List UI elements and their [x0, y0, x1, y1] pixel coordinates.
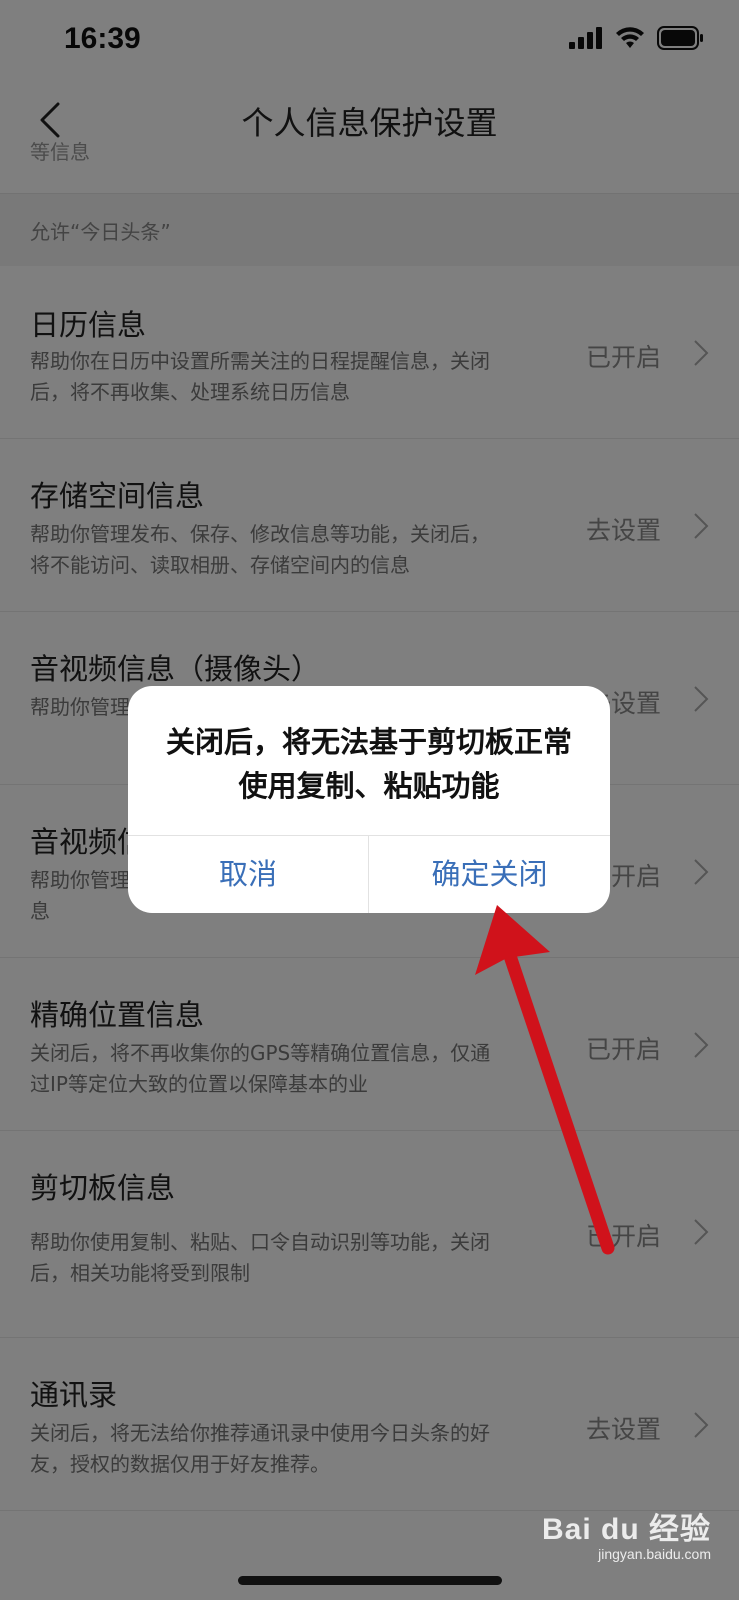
- watermark-logo: Bai du 经验 jingyan.baidu.com: [542, 1504, 711, 1562]
- home-indicator[interactable]: [238, 1576, 502, 1585]
- dialog-message: 关闭后，将无法基于剪切板正常使用复制、粘贴功能: [165, 725, 572, 803]
- confirm-close-button[interactable]: 确定关闭: [369, 836, 610, 913]
- watermark-url: jingyan.baidu.com: [598, 1546, 711, 1562]
- cancel-button[interactable]: 取消: [128, 836, 368, 913]
- watermark-brand: Bai du 经验: [541, 1513, 711, 1546]
- confirm-dialog: 关闭后，将无法基于剪切板正常使用复制、粘贴功能 取消 确定关闭: [128, 686, 610, 913]
